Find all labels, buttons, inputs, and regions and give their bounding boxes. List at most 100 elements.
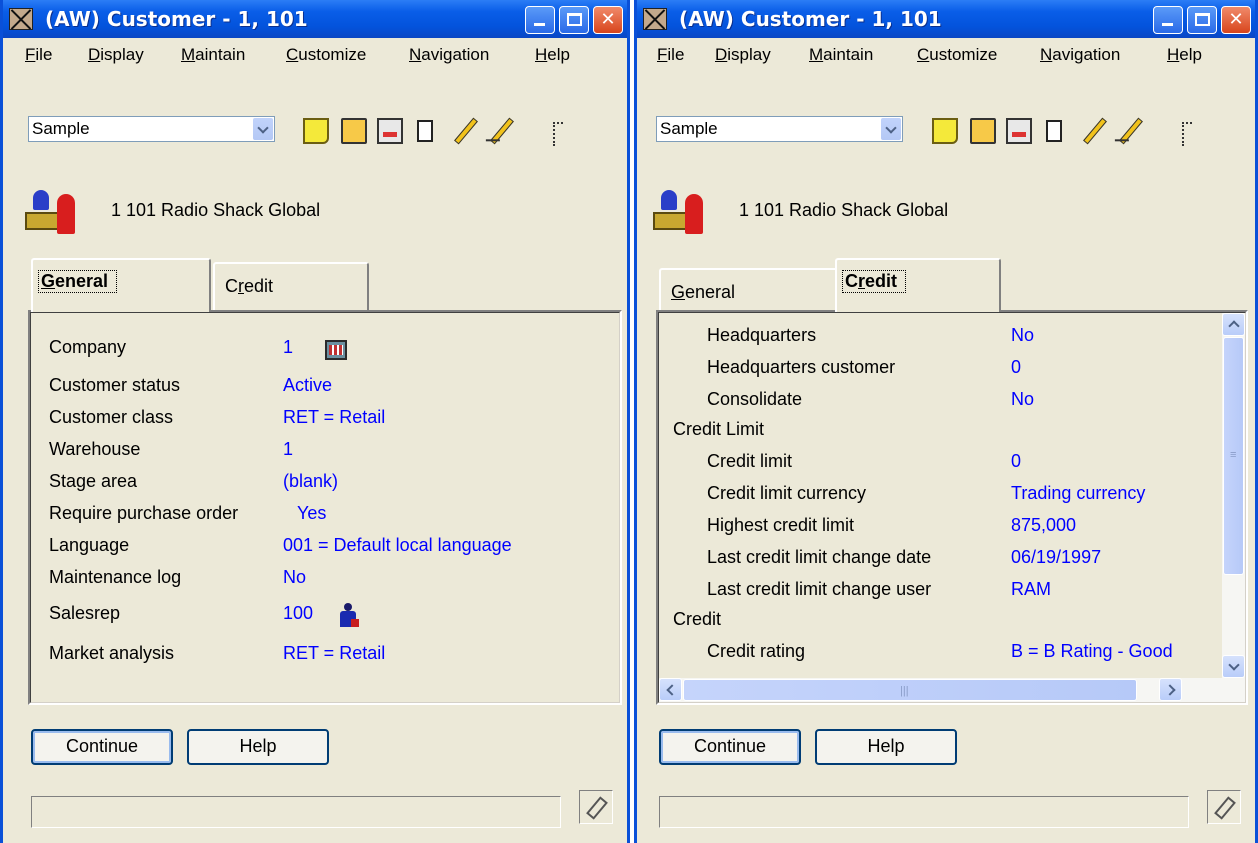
more-tools-icon[interactable] bbox=[1182, 122, 1192, 146]
salesrep-icon[interactable] bbox=[337, 603, 359, 629]
field-value: 1 bbox=[283, 439, 294, 459]
maximize-icon bbox=[567, 13, 582, 26]
tab-strip: General Credit bbox=[637, 258, 1255, 316]
continue-button[interactable]: Continue bbox=[31, 729, 173, 765]
field-label: Consolidate bbox=[707, 389, 803, 409]
toolbar: Sample bbox=[637, 116, 1255, 152]
minimize-button[interactable] bbox=[525, 6, 555, 34]
field-value: 100 bbox=[283, 603, 359, 627]
window-title: (AW) Customer - 1, 101 bbox=[45, 7, 308, 31]
menu-help[interactable]: Help bbox=[535, 45, 570, 65]
print-icon[interactable] bbox=[341, 118, 367, 144]
view-select[interactable]: Sample bbox=[656, 116, 903, 142]
field-row: Highest credit limit 875,000 bbox=[659, 515, 1245, 545]
field-label: Credit limit currency bbox=[707, 483, 867, 503]
edit-line-icon[interactable] bbox=[490, 117, 514, 145]
menu-help[interactable]: Help bbox=[1167, 45, 1202, 65]
menu-bar: File Display Maintain Customize Navigati… bbox=[637, 38, 1255, 68]
scroll-left-icon[interactable] bbox=[659, 678, 682, 701]
app-icon[interactable] bbox=[9, 8, 33, 30]
horizontal-scroll-thumb[interactable]: ||| bbox=[683, 679, 1137, 701]
tab-credit-label: Credit bbox=[842, 270, 907, 293]
company-icon[interactable] bbox=[325, 340, 347, 360]
vertical-scroll-thumb[interactable]: ≡ bbox=[1223, 337, 1244, 575]
field-label: Credit rating bbox=[707, 641, 806, 661]
field-value: No bbox=[1011, 389, 1035, 409]
menu-file[interactable]: File bbox=[657, 45, 684, 65]
close-icon: ✕ bbox=[600, 9, 616, 30]
maximize-button[interactable] bbox=[1187, 6, 1217, 34]
status-bar bbox=[659, 796, 1189, 828]
field-value: 1 bbox=[283, 337, 347, 360]
field-label: Require purchase order bbox=[49, 503, 239, 523]
scroll-right-icon[interactable] bbox=[1159, 678, 1182, 701]
field-label: Highest credit limit bbox=[707, 515, 855, 535]
tab-general-label: General bbox=[38, 270, 118, 293]
tab-general[interactable]: General bbox=[31, 258, 211, 312]
edit-line-icon[interactable] bbox=[1119, 117, 1143, 145]
view-select[interactable]: Sample bbox=[28, 116, 275, 142]
general-panel: Company 1 Customer status Active Custome… bbox=[28, 310, 622, 705]
minimize-button[interactable] bbox=[1153, 6, 1183, 34]
customer-icon bbox=[25, 186, 83, 238]
help-button[interactable]: Help bbox=[187, 729, 329, 765]
field-row: Credit rating B = B Rating - Good bbox=[659, 641, 1245, 671]
status-edit-icon[interactable] bbox=[579, 790, 613, 824]
menu-navigation[interactable]: Navigation bbox=[409, 45, 489, 65]
print-icon[interactable] bbox=[970, 118, 996, 144]
chevron-down-icon[interactable] bbox=[881, 118, 901, 140]
field-value: Trading currency bbox=[1011, 483, 1146, 503]
fax-icon[interactable] bbox=[377, 118, 403, 144]
menu-display[interactable]: Display bbox=[88, 45, 144, 65]
new-document-icon[interactable] bbox=[1046, 120, 1062, 142]
menu-customize[interactable]: Customize bbox=[286, 45, 366, 65]
close-button[interactable]: ✕ bbox=[593, 6, 623, 34]
note-icon[interactable] bbox=[932, 118, 958, 144]
tab-credit[interactable]: Credit bbox=[835, 258, 1001, 312]
customer-icon bbox=[653, 186, 711, 238]
field-row: Consolidate No bbox=[659, 389, 1245, 419]
edit-pencil-icon[interactable] bbox=[454, 117, 478, 145]
menu-maintain[interactable]: Maintain bbox=[181, 45, 245, 65]
maximize-button[interactable] bbox=[559, 6, 589, 34]
title-bar[interactable]: (AW) Customer - 1, 101 ✕ bbox=[3, 0, 627, 38]
field-row: Last credit limit change date 06/19/1997 bbox=[659, 547, 1245, 577]
status-edit-icon[interactable] bbox=[1207, 790, 1241, 824]
section-label: Credit bbox=[673, 609, 722, 629]
scroll-up-icon[interactable] bbox=[1222, 313, 1245, 336]
tab-credit[interactable]: Credit bbox=[213, 262, 369, 310]
horizontal-scrollbar[interactable]: ||| bbox=[659, 678, 1245, 702]
app-icon[interactable] bbox=[643, 8, 667, 30]
close-button[interactable]: ✕ bbox=[1221, 6, 1251, 34]
scroll-down-icon[interactable] bbox=[1222, 655, 1245, 678]
continue-button[interactable]: Continue bbox=[659, 729, 801, 765]
title-bar[interactable]: (AW) Customer - 1, 101 ✕ bbox=[637, 0, 1255, 38]
tab-general[interactable]: General bbox=[659, 268, 839, 316]
minimize-icon bbox=[1162, 23, 1173, 26]
edit-pencil-icon[interactable] bbox=[1083, 117, 1107, 145]
menu-file[interactable]: File bbox=[25, 45, 52, 65]
customer-header: 1 101 Radio Shack Global bbox=[637, 186, 1255, 246]
help-button[interactable]: Help bbox=[815, 729, 957, 765]
field-label: Salesrep bbox=[49, 603, 121, 623]
field-label: Language bbox=[49, 535, 130, 555]
fax-icon[interactable] bbox=[1006, 118, 1032, 144]
more-tools-icon[interactable] bbox=[553, 122, 563, 146]
vertical-scrollbar[interactable]: ≡ bbox=[1222, 313, 1245, 678]
view-select-value: Sample bbox=[32, 119, 90, 138]
chevron-down-icon[interactable] bbox=[253, 118, 273, 140]
new-document-icon[interactable] bbox=[417, 120, 433, 142]
field-row: Headquarters customer 0 bbox=[659, 357, 1245, 387]
field-value: B = B Rating - Good bbox=[1011, 641, 1173, 661]
note-icon[interactable] bbox=[303, 118, 329, 144]
customer-header: 1 101 Radio Shack Global bbox=[3, 186, 627, 246]
field-row: Salesrep 100 bbox=[31, 603, 619, 633]
field-value: Yes bbox=[297, 503, 327, 523]
menu-maintain[interactable]: Maintain bbox=[809, 45, 873, 65]
status-bar bbox=[31, 796, 561, 828]
field-label: Headquarters customer bbox=[707, 357, 896, 377]
menu-navigation[interactable]: Navigation bbox=[1040, 45, 1120, 65]
menu-customize[interactable]: Customize bbox=[917, 45, 997, 65]
menu-display[interactable]: Display bbox=[715, 45, 771, 65]
customer-header-text: 1 101 Radio Shack Global bbox=[739, 200, 949, 220]
